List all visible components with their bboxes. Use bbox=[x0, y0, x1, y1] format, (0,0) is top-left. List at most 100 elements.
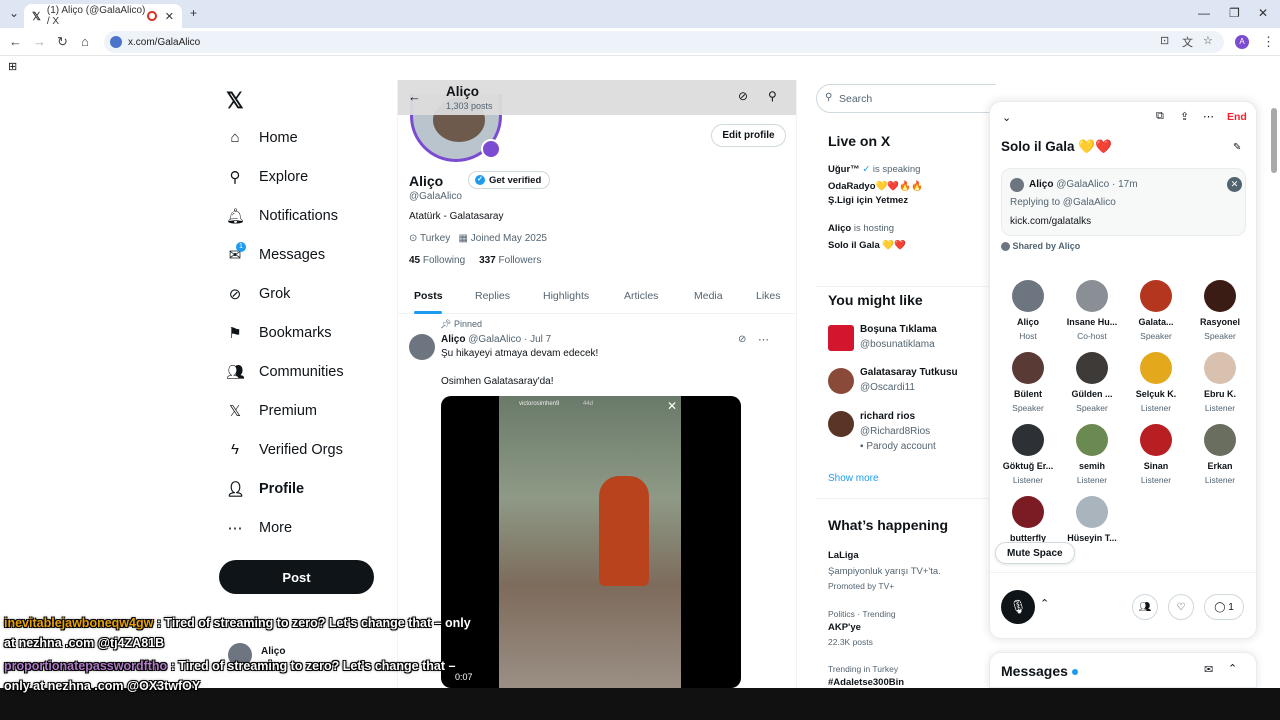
maximize-icon[interactable]: ❐ bbox=[1229, 6, 1240, 20]
live-item-1-status[interactable]: Uğur™ ✓ is speaking bbox=[828, 164, 920, 175]
tab-search-icon[interactable]: ⌄ bbox=[9, 6, 19, 20]
live-item-2-title[interactable]: Solo il Gala 💛❤️ bbox=[828, 240, 906, 251]
more-icon[interactable]: ⋯ bbox=[758, 333, 769, 346]
participant[interactable]: Aliço Host bbox=[996, 280, 1060, 341]
forward-icon[interactable]: → bbox=[33, 34, 46, 49]
reload-icon[interactable]: ↻ bbox=[57, 34, 68, 50]
url-field[interactable]: x.com/GalaAlico bbox=[104, 31, 1224, 53]
nav-grok[interactable]: ⊘ Grok bbox=[226, 285, 291, 303]
suggest-name[interactable]: Boşuna Tıklama bbox=[860, 324, 937, 335]
grok-icon[interactable]: ⊘ bbox=[738, 334, 746, 345]
search-icon[interactable]: ⚲ bbox=[768, 89, 777, 103]
participant[interactable]: butterfly bbox=[996, 496, 1060, 547]
live-item-1-subtitle[interactable]: Ş.Ligi için Yetmez bbox=[828, 195, 908, 206]
minimize-icon[interactable]: — bbox=[1198, 6, 1210, 20]
participant[interactable]: Rasyonel Speaker bbox=[1188, 280, 1252, 341]
dock-icon[interactable]: ⧉ bbox=[1156, 110, 1164, 123]
participant[interactable]: Gülden ... Speaker bbox=[1060, 352, 1124, 413]
collapse-chevron-icon[interactable]: ⌄ bbox=[1002, 111, 1011, 124]
grok-icon[interactable]: ⊘ bbox=[738, 89, 748, 103]
card-link[interactable]: kick.com/galatalks bbox=[1010, 216, 1091, 227]
tweet-author[interactable]: Aliço @GalaAlico · Jul 7 bbox=[441, 334, 551, 345]
participant[interactable]: Bülent Speaker bbox=[996, 352, 1060, 413]
participant[interactable]: Galata... Speaker bbox=[1124, 280, 1188, 341]
close-icon[interactable]: ✕ bbox=[667, 399, 677, 413]
edit-pencil-icon[interactable]: ✎ bbox=[1233, 142, 1241, 153]
microphone-button[interactable]: 🎙︎ bbox=[1001, 590, 1035, 624]
tab-highlights[interactable]: Highlights bbox=[543, 290, 589, 302]
apps-grid-icon[interactable]: ⊞ bbox=[8, 60, 17, 73]
nav-notifications[interactable]: 🔔︎ Notifications bbox=[226, 207, 338, 225]
tab-replies[interactable]: Replies bbox=[475, 290, 510, 302]
browser-tab[interactable]: 𝕏 (1) Aliço (@GalaAlico) / X ✕ bbox=[24, 4, 182, 28]
trend-context[interactable]: LaLiga bbox=[828, 550, 859, 561]
participant[interactable]: Erkan Listener bbox=[1188, 424, 1252, 485]
new-message-icon[interactable]: ✉ bbox=[1204, 663, 1213, 676]
suggest-avatar[interactable] bbox=[828, 368, 854, 394]
nav-communities[interactable]: 👥︎ Communities bbox=[226, 363, 344, 381]
trend-title[interactable]: #Adaletse300Bin bbox=[828, 677, 904, 688]
home-browser-icon[interactable]: ⌂ bbox=[81, 34, 89, 49]
more-icon[interactable]: ⋯ bbox=[1203, 110, 1214, 123]
live-item-1-title[interactable]: OdaRadyo💛❤️🔥🔥 bbox=[828, 181, 923, 192]
participant[interactable]: Sinan Listener bbox=[1124, 424, 1188, 485]
participant[interactable]: Ebru K. Listener bbox=[1188, 352, 1252, 413]
menu-dots-icon[interactable]: ⋮ bbox=[1262, 34, 1275, 50]
back-icon[interactable]: ← bbox=[9, 34, 22, 49]
browser-profile-avatar[interactable]: A bbox=[1235, 35, 1249, 49]
tab-posts[interactable]: Posts bbox=[414, 290, 443, 302]
post-button[interactable]: Post bbox=[219, 560, 374, 594]
translate-icon[interactable]: 文 bbox=[1182, 34, 1193, 50]
participant[interactable]: Selçuk K. Listener bbox=[1124, 352, 1188, 413]
participant[interactable]: Göktuğ Er... Listener bbox=[996, 424, 1060, 485]
live-item-2-status[interactable]: Aliço is hosting bbox=[828, 223, 894, 234]
star-icon[interactable]: ☆ bbox=[1203, 34, 1213, 47]
search-input[interactable]: ⚲ Search bbox=[816, 84, 996, 113]
tab-media[interactable]: Media bbox=[694, 290, 723, 302]
replies-button[interactable]: ◯ 1 bbox=[1204, 594, 1244, 620]
nav-bookmarks[interactable]: ⚑ Bookmarks bbox=[226, 324, 331, 342]
tweet-video[interactable]: victorosimhen9 44d ✕ 0:07 bbox=[441, 396, 741, 688]
share-icon[interactable]: ⇪ bbox=[1180, 110, 1189, 123]
suggest-avatar[interactable] bbox=[828, 411, 854, 437]
close-icon[interactable]: ✕ bbox=[1227, 177, 1242, 192]
following-link[interactable]: 45 Following bbox=[409, 255, 465, 266]
participant[interactable]: Hüseyin T... bbox=[1060, 496, 1124, 547]
trend-title[interactable]: AKP'ye bbox=[828, 622, 861, 633]
trend-title[interactable]: Şampiyonluk yarışı TV+'ta. bbox=[828, 566, 941, 577]
x-logo-icon[interactable]: 𝕏 bbox=[226, 88, 244, 114]
suggest-name[interactable]: richard rios bbox=[860, 411, 915, 422]
nav-explore[interactable]: ⚲ Explore bbox=[226, 168, 309, 186]
tab-likes[interactable]: Likes bbox=[756, 290, 781, 302]
participant[interactable]: Insane Hu... Co-host bbox=[1060, 280, 1124, 341]
tab-close-icon[interactable]: ✕ bbox=[165, 10, 174, 23]
suggest-avatar[interactable] bbox=[828, 325, 854, 351]
nav-more[interactable]: ⋯ More bbox=[226, 519, 293, 537]
people-button[interactable]: 👥︎ bbox=[1132, 594, 1158, 620]
nav-messages[interactable]: ✉ 1 Messages bbox=[226, 242, 325, 264]
pinned-post-card[interactable]: Aliço @GalaAlico · 17m Replying to @Gala… bbox=[1001, 168, 1246, 236]
participant[interactable]: semih Listener bbox=[1060, 424, 1124, 485]
install-icon[interactable]: ⊡ bbox=[1160, 34, 1169, 47]
chevron-up-icon[interactable]: ⌃ bbox=[1040, 597, 1049, 610]
new-tab-icon[interactable]: + bbox=[190, 6, 197, 20]
tab-articles[interactable]: Articles bbox=[624, 290, 658, 302]
nav-profile[interactable]: 👤︎ Profile bbox=[226, 480, 304, 498]
reaction-button[interactable]: ♡ bbox=[1168, 594, 1194, 620]
tweet-avatar[interactable] bbox=[409, 334, 435, 360]
expand-icon[interactable]: ⌃ bbox=[1228, 662, 1237, 675]
mute-space-button[interactable]: Mute Space bbox=[995, 542, 1075, 564]
back-arrow-icon[interactable]: ← bbox=[408, 89, 421, 104]
edit-profile-button[interactable]: Edit profile bbox=[711, 124, 786, 147]
suggest-name[interactable]: Galatasaray Tutkusu bbox=[860, 367, 958, 378]
nav-home[interactable]: ⌂ Home bbox=[226, 129, 297, 147]
get-verified-button[interactable]: ✓ Get verified bbox=[468, 171, 551, 189]
followers-link[interactable]: 337 Followers bbox=[479, 255, 541, 266]
page-scrollbar[interactable] bbox=[1271, 108, 1277, 173]
live-mic-icon[interactable] bbox=[481, 139, 501, 159]
show-more-link[interactable]: Show more bbox=[828, 473, 879, 484]
nav-premium[interactable]: 𝕏 Premium bbox=[226, 402, 317, 420]
messages-drawer[interactable]: Messages ✉ ⌃ bbox=[989, 652, 1257, 688]
close-window-icon[interactable]: ✕ bbox=[1258, 6, 1268, 20]
nav-verified-orgs[interactable]: ϟ Verified Orgs bbox=[226, 441, 343, 459]
